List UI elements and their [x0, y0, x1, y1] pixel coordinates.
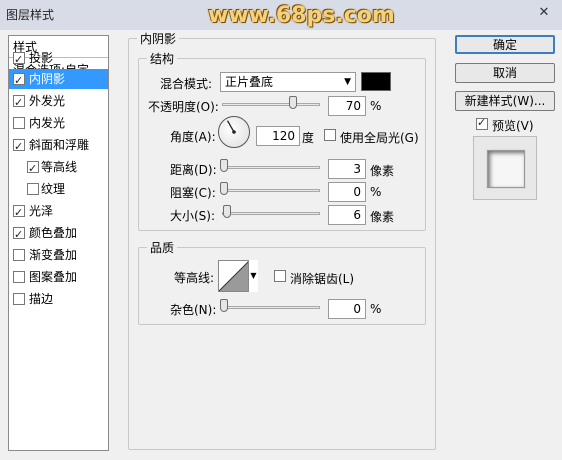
style-item-checkbox[interactable]: [13, 271, 25, 283]
noise-slider-thumb[interactable]: [220, 299, 228, 312]
style-item[interactable]: 等高线: [9, 157, 108, 179]
style-item-label: 光泽: [29, 204, 54, 218]
style-item-checkbox[interactable]: [13, 71, 25, 91]
styles-list: 样式 混合选项:自定 投影内阴影外发光内发光斜面和浮雕等高线纹理光泽颜色叠加渐变…: [8, 35, 109, 451]
style-item-label: 外发光: [29, 94, 66, 108]
style-item[interactable]: 描边: [9, 289, 108, 309]
choke-percent: %: [370, 185, 382, 199]
noise-percent: %: [370, 302, 382, 316]
distance-input[interactable]: 3: [328, 159, 366, 179]
style-item-checkbox[interactable]: [13, 293, 25, 305]
style-item[interactable]: 图案叠加: [9, 267, 108, 287]
style-item-checkbox[interactable]: [13, 117, 25, 129]
style-item-label: 图案叠加: [29, 270, 78, 284]
size-slider[interactable]: [222, 212, 320, 215]
shadow-color-swatch[interactable]: [361, 72, 391, 91]
style-item-label: 纹理: [41, 182, 66, 196]
panel-title: 内阴影: [137, 30, 180, 47]
opacity-label: 不透明度(O):: [148, 100, 219, 114]
opacity-slider[interactable]: [222, 103, 320, 106]
distance-slider-thumb[interactable]: [220, 159, 228, 172]
choke-label: 阻塞(C):: [170, 186, 216, 200]
blend-mode-label: 混合模式:: [160, 77, 213, 91]
contour-dropdown-icon[interactable]: ▼: [248, 260, 258, 292]
distance-label: 距离(D):: [170, 163, 217, 177]
ok-button[interactable]: 确定: [455, 35, 555, 54]
style-item-checkbox[interactable]: [13, 225, 25, 245]
size-unit: 像素: [370, 210, 395, 224]
watermark-text: www.68ps.com: [208, 3, 395, 28]
style-item-label: 内阴影: [29, 72, 66, 86]
style-item-label: 颜色叠加: [29, 226, 78, 240]
angle-unit: 度: [302, 131, 315, 145]
style-item-checkbox[interactable]: [27, 183, 39, 195]
style-item-checkbox[interactable]: [13, 137, 25, 157]
size-label: 大小(S):: [170, 209, 216, 223]
style-item-checkbox[interactable]: [27, 159, 39, 179]
quality-legend: 品质: [147, 239, 178, 256]
distance-unit: 像素: [370, 164, 395, 178]
style-item[interactable]: 颜色叠加: [9, 223, 108, 245]
style-item-label: 斜面和浮雕: [29, 138, 90, 152]
structure-legend: 结构: [147, 50, 178, 67]
opacity-input[interactable]: 70: [328, 96, 366, 116]
style-preview-thumbnail: [473, 136, 537, 200]
distance-slider[interactable]: [222, 166, 320, 169]
noise-slider[interactable]: [222, 306, 320, 309]
choke-slider-thumb[interactable]: [220, 182, 228, 195]
cancel-button[interactable]: 取消: [455, 63, 555, 83]
global-light-checkbox[interactable]: [324, 129, 336, 141]
style-item[interactable]: 渐变叠加: [9, 245, 108, 265]
angle-label: 角度(A):: [170, 130, 216, 144]
style-item-label: 内发光: [29, 116, 66, 130]
chevron-down-icon: ▼: [344, 77, 351, 87]
anti-alias-checkbox[interactable]: [274, 270, 286, 282]
style-item-label: 投影: [29, 51, 54, 65]
window-title: 图层样式: [6, 8, 55, 22]
angle-dial[interactable]: [218, 116, 250, 148]
style-item[interactable]: 内阴影: [9, 69, 108, 91]
preview-checkbox[interactable]: [476, 116, 488, 130]
contour-curve-icon: [219, 261, 249, 291]
style-item[interactable]: 投影: [9, 48, 108, 70]
angle-input[interactable]: 120: [256, 126, 300, 146]
style-item-checkbox[interactable]: [13, 50, 25, 70]
opacity-percent: %: [370, 99, 382, 113]
noise-label: 杂色(N):: [170, 303, 217, 317]
style-item[interactable]: 内发光: [9, 113, 108, 133]
title-bar: 图层样式 www.68ps.com ✕: [0, 0, 562, 30]
close-icon[interactable]: ✕: [532, 4, 556, 22]
style-item-label: 渐变叠加: [29, 248, 78, 262]
preview-shape: [487, 150, 525, 188]
style-item[interactable]: 斜面和浮雕: [9, 135, 108, 157]
noise-input[interactable]: 0: [328, 299, 366, 319]
angle-indicator-icon: [226, 120, 236, 134]
style-item-checkbox[interactable]: [13, 249, 25, 261]
style-item-label: 等高线: [41, 160, 78, 174]
new-style-button[interactable]: 新建样式(W)...: [455, 91, 555, 111]
style-item[interactable]: 外发光: [9, 91, 108, 113]
size-input[interactable]: 6: [328, 205, 366, 225]
choke-slider[interactable]: [222, 189, 320, 192]
size-slider-thumb[interactable]: [222, 205, 231, 218]
contour-label: 等高线:: [174, 271, 215, 285]
choke-input[interactable]: 0: [328, 182, 366, 202]
blend-mode-select[interactable]: 正片叠底 ▼: [220, 72, 356, 92]
opacity-slider-thumb[interactable]: [288, 96, 297, 109]
anti-alias-label: 消除锯齿(L): [290, 272, 355, 286]
preview-label: 预览(V): [492, 119, 534, 133]
blend-mode-value: 正片叠底: [225, 75, 274, 89]
style-item-checkbox[interactable]: [13, 93, 25, 113]
style-item-label: 描边: [29, 292, 54, 306]
style-item-checkbox[interactable]: [13, 203, 25, 223]
style-item[interactable]: 纹理: [9, 179, 108, 199]
style-item[interactable]: 光泽: [9, 201, 108, 223]
global-light-label: 使用全局光(G): [340, 131, 419, 145]
